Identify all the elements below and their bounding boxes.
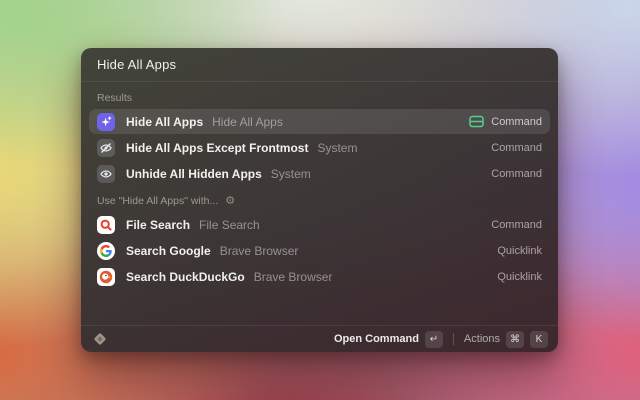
results-list: Results Hide All Apps Hide All Apps Comma…: [81, 82, 558, 289]
result-row-unhide-all-hidden-apps[interactable]: Unhide All Hidden Apps System Command: [89, 161, 550, 186]
command-keycap: ⌘: [506, 331, 524, 348]
section-label-text: Results: [97, 92, 132, 104]
raycast-logo-icon: [91, 330, 109, 348]
result-row-file-search[interactable]: File Search File Search Command: [89, 212, 550, 237]
file-search-icon: [97, 216, 115, 234]
row-accessory: Quicklink: [497, 245, 542, 257]
row-accessory: Command: [491, 142, 542, 154]
row-subtitle: System: [317, 141, 357, 155]
row-title: Hide All Apps: [126, 115, 203, 129]
row-subtitle: File Search: [199, 218, 260, 232]
row-type-label: Command: [491, 168, 542, 180]
footer-divider: [453, 333, 454, 345]
actions-button[interactable]: Actions ⌘ K: [464, 331, 548, 348]
eye-slash-icon: [97, 139, 115, 157]
row-title: Search Google: [126, 244, 211, 258]
open-command-button[interactable]: Open Command ↵: [334, 331, 443, 348]
result-row-search-duckduckgo[interactable]: Search DuckDuckGo Brave Browser Quicklink: [89, 264, 550, 289]
row-accessory: Command: [469, 115, 542, 128]
row-title: Hide All Apps Except Frontmost: [126, 141, 308, 155]
desktop: { "window": { "search_query": "Hide All …: [0, 0, 640, 400]
hide-all-apps-icon: [97, 113, 115, 131]
footer-actions: Open Command ↵ Actions ⌘ K: [334, 331, 548, 348]
row-accessory: Command: [491, 168, 542, 180]
result-row-search-google[interactable]: Search Google Brave Browser Quicklink: [89, 238, 550, 263]
row-type-label: Command: [491, 142, 542, 154]
open-command-label: Open Command: [334, 333, 419, 345]
return-keycap: ↵: [425, 331, 443, 348]
actions-label: Actions: [464, 333, 500, 345]
row-type-label: Quicklink: [497, 271, 542, 283]
eye-icon: [97, 165, 115, 183]
row-accessory: Command: [491, 219, 542, 231]
row-subtitle: Brave Browser: [220, 244, 299, 258]
search-input[interactable]: Hide All Apps: [97, 57, 176, 72]
row-title: Search DuckDuckGo: [126, 270, 245, 284]
section-label-results: Results: [89, 84, 550, 109]
row-title: File Search: [126, 218, 190, 232]
footer: Open Command ↵ Actions ⌘ K: [81, 325, 558, 352]
command-card-icon: [469, 115, 484, 128]
raycast-window: Hide All Apps Results Hide All AppsHide …: [81, 48, 558, 352]
row-accessory: Quicklink: [497, 271, 542, 283]
row-subtitle: Hide All Apps: [212, 115, 283, 129]
row-subtitle: Brave Browser: [254, 270, 333, 284]
row-subtitle: System: [271, 167, 311, 181]
search-bar[interactable]: Hide All Apps: [81, 48, 558, 82]
row-type-label: Quicklink: [497, 245, 542, 257]
section-label-text: Use "Hide All Apps" with...: [97, 195, 218, 207]
google-icon: [97, 242, 115, 260]
k-keycap: K: [530, 331, 548, 348]
row-type-label: Command: [491, 219, 542, 231]
result-row-hide-all-apps-except-frontmost[interactable]: Hide All Apps Except Frontmost System Comm…: [89, 135, 550, 160]
row-title: Unhide All Hidden Apps: [126, 167, 262, 181]
section-label-use-hide-all-apps-with: Use "Hide All Apps" with... ⚙: [89, 187, 550, 212]
duckduckgo-icon: [97, 268, 115, 286]
result-row-hide-all-apps[interactable]: Hide All Apps Hide All Apps Command: [89, 109, 550, 134]
gear-icon[interactable]: ⚙: [225, 196, 235, 207]
row-type-label: Command: [491, 116, 542, 128]
